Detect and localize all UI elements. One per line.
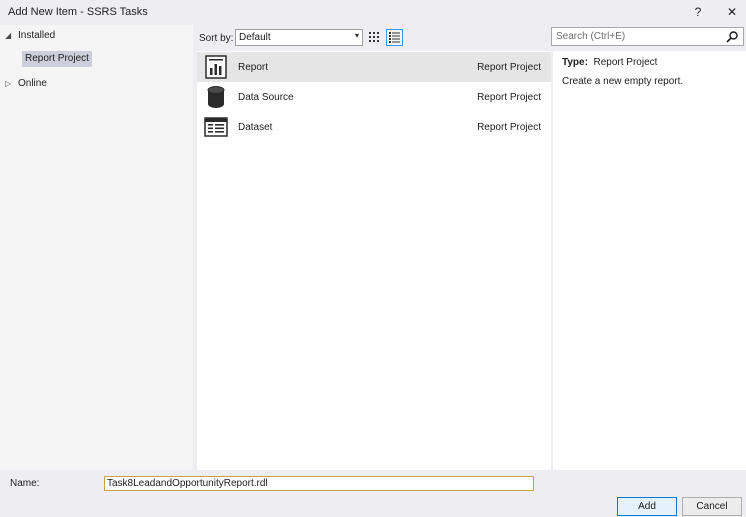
sort-dropdown-value: Default [239,32,271,43]
name-label: Name: [10,478,40,489]
item-type: Report Project [477,92,541,103]
name-field[interactable]: Task8LeadandOpportunityReport.rdl [104,476,534,491]
tree-label-online: Online [18,78,47,89]
chevron-down-icon: ▾ [354,31,359,40]
sort-label: Sort by: [199,33,234,44]
list-item-data-source[interactable]: Data Source Report Project [197,82,551,112]
report-icon [205,55,227,79]
dataset-icon [204,117,228,137]
expanded-arrow-icon[interactable]: ◢ [5,27,11,45]
close-button[interactable]: ✕ [723,3,741,21]
small-icons-view-button[interactable] [366,29,383,46]
name-field-value: Task8LeadandOpportunityReport.rdl [107,478,268,489]
item-name: Data Source [238,92,294,103]
search-placeholder: Search (Ctrl+E) [556,31,626,42]
details-pane: Type: Report Project Create a new empty … [553,51,746,470]
item-type: Report Project [477,122,541,133]
type-line: Type: Report Project [562,57,657,68]
template-list: Report Report Project Data Source Report… [197,51,551,470]
type-value: Report Project [593,57,658,68]
item-name: Dataset [238,122,273,133]
tree-node-online[interactable]: ▷ Online [0,75,193,93]
add-new-item-dialog: Add New Item - SSRS Tasks ? ✕ ◢ Installe… [0,0,746,517]
details-view-button[interactable] [386,29,403,46]
list-item-dataset[interactable]: Dataset Report Project [197,112,551,142]
list-item-report[interactable]: Report Report Project [197,52,551,82]
cancel-button[interactable]: Cancel [682,497,742,516]
item-type: Report Project [477,62,541,73]
collapsed-arrow-icon[interactable]: ▷ [5,75,11,93]
search-icon[interactable] [725,30,739,44]
title-bar: Add New Item - SSRS Tasks ? ✕ [0,0,746,24]
help-button[interactable]: ? [689,3,707,21]
database-icon [207,86,225,108]
sort-dropdown[interactable]: Default ▾ [235,29,363,46]
template-tree: ◢ Installed Report Project ▷ Online [0,25,193,470]
sort-toolbar: Sort by: Default ▾ [194,25,551,50]
list-view-icon [389,32,400,43]
dialog-title: Add New Item - SSRS Tasks [8,6,148,18]
tree-label-installed: Installed [18,30,56,41]
search-input[interactable]: Search (Ctrl+E) [551,27,744,46]
item-description: Create a new empty report. [562,76,684,87]
tree-node-report-project[interactable]: Report Project [22,51,92,67]
add-button[interactable]: Add [617,497,677,516]
grid-view-icon [369,32,379,42]
type-key: Type: [562,57,588,68]
item-name: Report [238,62,269,73]
tree-node-installed[interactable]: ◢ Installed [0,27,193,45]
